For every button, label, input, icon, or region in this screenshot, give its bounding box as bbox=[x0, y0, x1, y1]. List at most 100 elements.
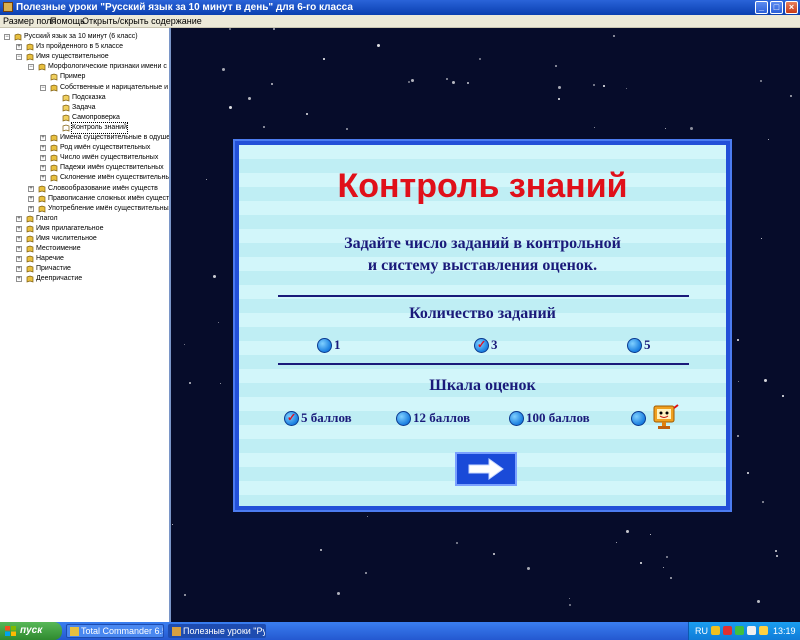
star bbox=[757, 600, 760, 603]
menu-field-size[interactable]: Размер поля bbox=[3, 15, 56, 28]
taskbar-item-total-commander[interactable]: Total Commander 6.5 bbox=[66, 624, 164, 638]
expand-icon[interactable]: + bbox=[28, 185, 34, 192]
expand-icon[interactable]: + bbox=[16, 266, 22, 273]
star bbox=[626, 88, 627, 89]
star bbox=[323, 58, 325, 60]
count-option-5[interactable]: 5 bbox=[627, 336, 651, 354]
tree-item-label: Род имён существительных bbox=[60, 144, 151, 152]
collapse-icon[interactable]: − bbox=[28, 64, 34, 71]
star bbox=[737, 339, 739, 341]
star bbox=[456, 542, 458, 544]
star bbox=[747, 472, 749, 474]
collapse-icon[interactable]: − bbox=[16, 54, 22, 61]
star bbox=[213, 275, 216, 278]
star bbox=[782, 395, 784, 397]
contents-tree: − Русский язык за 10 минут (6 класс) + Из п… bbox=[0, 28, 171, 622]
expand-icon[interactable]: + bbox=[40, 175, 46, 182]
menu-help[interactable]: Помощь bbox=[50, 15, 85, 28]
windows-logo-icon bbox=[5, 626, 16, 636]
dialog-instruction: Задайте число заданий в контрольной и си… bbox=[239, 233, 726, 277]
next-button[interactable] bbox=[455, 452, 517, 486]
tree-item-label: Словообразование имён существ bbox=[48, 184, 158, 192]
minimize-button[interactable]: _ bbox=[755, 1, 768, 14]
star bbox=[737, 435, 739, 437]
radio-icon[interactable] bbox=[509, 410, 524, 426]
expand-icon[interactable]: + bbox=[16, 236, 22, 242]
star bbox=[411, 79, 414, 82]
expand-icon[interactable]: + bbox=[40, 135, 46, 141]
star bbox=[479, 58, 481, 60]
radio-icon[interactable] bbox=[627, 337, 642, 353]
scale-option-mascot[interactable] bbox=[631, 409, 648, 427]
expand-icon[interactable]: + bbox=[16, 246, 22, 253]
count-option-1[interactable]: 1 bbox=[317, 336, 341, 354]
start-button[interactable]: пуск bbox=[0, 622, 62, 640]
expand-icon[interactable]: + bbox=[28, 195, 34, 202]
star bbox=[206, 179, 207, 180]
language-indicator[interactable]: RU bbox=[695, 622, 708, 640]
tray-volume-icon[interactable] bbox=[747, 626, 756, 635]
star bbox=[248, 97, 251, 100]
count-option-label: 1 bbox=[334, 337, 341, 352]
scale-option-label: 100 баллов bbox=[526, 410, 590, 425]
tree-item-label: Собственные и нарицательные и bbox=[60, 83, 169, 91]
book-icon bbox=[26, 215, 34, 223]
count-option-3[interactable]: ✓ 3 bbox=[474, 336, 498, 354]
star bbox=[189, 382, 191, 384]
star bbox=[569, 598, 570, 599]
expand-icon[interactable]: + bbox=[16, 225, 22, 232]
expand-icon[interactable]: + bbox=[40, 165, 46, 172]
maximize-button[interactable]: □ bbox=[770, 1, 783, 14]
radio-icon[interactable] bbox=[631, 410, 646, 426]
radio-icon[interactable] bbox=[317, 337, 332, 353]
expand-icon[interactable]: + bbox=[16, 276, 22, 283]
star bbox=[337, 592, 340, 595]
scale-option-5[interactable]: ✓ 5 баллов bbox=[284, 409, 352, 427]
expand-icon[interactable]: + bbox=[40, 155, 46, 162]
star bbox=[493, 553, 495, 555]
tray-misc-icon[interactable] bbox=[759, 626, 768, 635]
radio-icon[interactable]: ✓ bbox=[284, 410, 299, 426]
taskbar-item-lessons[interactable]: Полезные уроки "Ру... bbox=[168, 624, 266, 638]
menu-toggle-contents[interactable]: Открыть/скрыть содержание bbox=[82, 15, 202, 28]
scale-option-100[interactable]: 100 баллов bbox=[509, 409, 590, 427]
scale-option-12[interactable]: 12 баллов bbox=[396, 409, 470, 427]
task-count-title: Количество заданий bbox=[409, 305, 556, 322]
star bbox=[367, 516, 368, 517]
radio-icon[interactable]: ✓ bbox=[474, 337, 489, 353]
expand-icon[interactable]: + bbox=[16, 215, 22, 222]
book-icon bbox=[50, 134, 58, 142]
collapse-icon[interactable]: − bbox=[40, 84, 46, 91]
book-icon bbox=[26, 225, 34, 233]
tree-item-label: Падежи имён существительных bbox=[60, 164, 164, 172]
tray-app-icon[interactable] bbox=[711, 626, 720, 635]
book-icon bbox=[50, 154, 58, 162]
radio-icon[interactable] bbox=[396, 410, 411, 426]
star bbox=[738, 381, 739, 382]
tray-network-icon[interactable] bbox=[735, 626, 744, 635]
close-button[interactable]: × bbox=[785, 1, 798, 14]
star bbox=[273, 28, 275, 30]
expand-icon[interactable]: + bbox=[28, 205, 34, 212]
tray-security-icon[interactable] bbox=[723, 626, 732, 635]
total-commander-icon bbox=[70, 627, 79, 636]
star bbox=[650, 534, 651, 535]
window-titlebar: Полезные уроки "Русский язык за 10 минут… bbox=[0, 0, 800, 15]
star bbox=[555, 65, 557, 67]
star bbox=[558, 98, 560, 100]
star bbox=[218, 322, 219, 323]
star bbox=[408, 81, 410, 83]
tree-item-label: Морфологические признаки имени с bbox=[48, 63, 167, 71]
expand-icon[interactable]: + bbox=[16, 256, 22, 263]
scale-option-label: 5 баллов bbox=[301, 410, 352, 425]
book-icon bbox=[50, 73, 58, 81]
collapse-icon[interactable]: − bbox=[4, 34, 10, 40]
instruction-line-1: Задайте число заданий в контрольной bbox=[344, 235, 621, 252]
expand-icon[interactable]: + bbox=[16, 44, 22, 51]
star bbox=[663, 567, 664, 568]
star bbox=[613, 35, 615, 37]
tree-item-label: Пример bbox=[60, 73, 86, 81]
expand-icon[interactable]: + bbox=[40, 145, 46, 152]
arrow-right-icon bbox=[468, 458, 504, 480]
dialog-panel: Контроль знаний Задайте число заданий в … bbox=[239, 145, 726, 506]
